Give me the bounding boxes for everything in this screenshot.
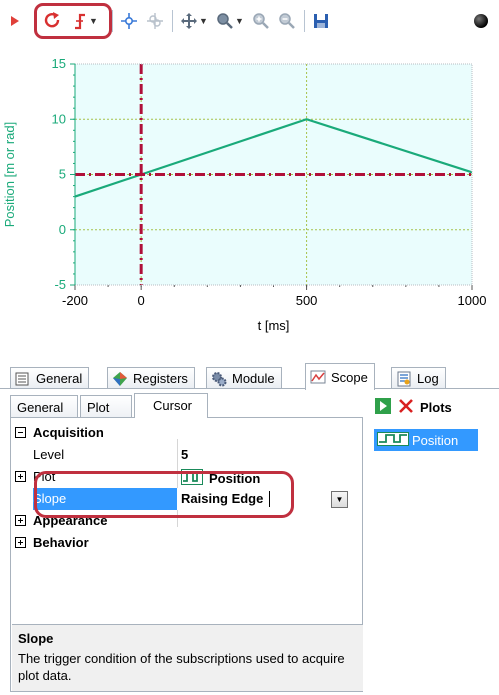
pan-icon[interactable]: ▼ bbox=[178, 10, 210, 32]
property-grid: Acquisition Level 5 Plot Position Slope … bbox=[10, 417, 363, 692]
tab-general[interactable]: General bbox=[10, 367, 90, 389]
zoom-out-icon[interactable] bbox=[276, 10, 298, 32]
slope-dropdown-button[interactable]: ▼ bbox=[331, 491, 348, 508]
list-icon bbox=[15, 371, 31, 387]
property-name: Level bbox=[33, 447, 65, 462]
scope-chart[interactable]: -200 0 500 1000 -5 0 5 10 15 t [ms] Position [m … bbox=[0, 44, 499, 344]
toolbar-separator bbox=[112, 10, 113, 32]
subtab-plot[interactable]: Plot bbox=[80, 395, 132, 417]
gem-icon bbox=[112, 371, 128, 387]
x-tick-label: 0 bbox=[138, 293, 145, 308]
subtab-label: Plot bbox=[87, 400, 110, 415]
expand-icon[interactable] bbox=[15, 515, 26, 526]
scope-toolbar: ▼ ▼ ▼ bbox=[0, 0, 499, 44]
chart-icon bbox=[310, 369, 326, 385]
tab-log[interactable]: Log bbox=[391, 367, 446, 389]
tab-label: Log bbox=[417, 371, 439, 386]
y-tick-label: -5 bbox=[54, 277, 66, 292]
chevron-down-icon[interactable]: ▼ bbox=[235, 16, 244, 26]
plots-panel: Plots Position bbox=[364, 393, 499, 693]
subtab-general[interactable]: General bbox=[10, 395, 78, 417]
plots-title: Plots bbox=[420, 399, 452, 415]
gears-icon bbox=[211, 371, 227, 387]
y-axis-label: Position [m or rad] bbox=[2, 122, 17, 228]
description-panel: Slope The trigger condition of the subsc… bbox=[12, 624, 363, 691]
property-panel: General Plot Cursor Acquisition Level 5 … bbox=[10, 393, 363, 692]
category-acquisition[interactable]: Acquisition bbox=[11, 422, 362, 444]
category-label: Behavior bbox=[33, 535, 89, 550]
tab-label: Scope bbox=[331, 369, 368, 385]
status-dot-icon bbox=[470, 10, 492, 32]
y-tick-label: 10 bbox=[52, 111, 66, 126]
tabs-divider bbox=[0, 388, 499, 389]
plots-header: Plots bbox=[374, 396, 452, 418]
category-label: Acquisition bbox=[33, 425, 104, 440]
description-title: Slope bbox=[18, 631, 54, 646]
zoom-in-icon[interactable] bbox=[250, 10, 272, 32]
add-plot-icon[interactable] bbox=[374, 397, 392, 418]
crosshair-icon[interactable] bbox=[118, 10, 140, 32]
toolbar-separator bbox=[172, 10, 173, 32]
grid-highlight bbox=[34, 471, 294, 518]
plot-list-item[interactable]: Position bbox=[374, 429, 478, 451]
property-row-level[interactable]: Level 5 bbox=[11, 444, 362, 466]
expand-icon[interactable] bbox=[15, 471, 26, 482]
tab-scope[interactable]: Scope bbox=[305, 363, 375, 390]
y-tick-label: 0 bbox=[59, 222, 66, 237]
subtab-label: General bbox=[17, 400, 64, 415]
x-tick-label: 500 bbox=[296, 293, 318, 308]
tab-label: Registers bbox=[133, 371, 188, 386]
toolbar-separator bbox=[304, 10, 305, 32]
plot-item-label: Position bbox=[412, 432, 459, 448]
panel-tabs: General Registers Module Scope Log bbox=[0, 362, 499, 390]
description-text: The trigger condition of the subscriptio… bbox=[18, 651, 345, 683]
collapse-icon[interactable] bbox=[15, 427, 26, 438]
multi-cursor-icon[interactable] bbox=[144, 10, 166, 32]
chart-canvas[interactable]: -200 0 500 1000 -5 0 5 10 15 t [ms] Position [m … bbox=[0, 44, 499, 344]
chevron-down-icon: ▼ bbox=[335, 495, 344, 504]
expand-icon[interactable] bbox=[15, 537, 26, 548]
tab-module[interactable]: Module bbox=[206, 367, 282, 389]
chevron-down-icon[interactable]: ▼ bbox=[199, 16, 208, 26]
y-tick-label: 5 bbox=[59, 167, 66, 182]
play-icon[interactable] bbox=[4, 10, 26, 32]
category-behavior[interactable]: Behavior bbox=[11, 532, 362, 554]
x-tick-label: 1000 bbox=[458, 293, 487, 308]
tab-registers[interactable]: Registers bbox=[107, 367, 195, 389]
tab-label: Module bbox=[232, 371, 275, 386]
log-icon bbox=[396, 371, 412, 387]
subtab-cursor[interactable]: Cursor bbox=[134, 393, 208, 418]
x-axis-label: t [ms] bbox=[258, 318, 290, 333]
tab-label: General bbox=[36, 371, 83, 386]
property-value[interactable]: 5 bbox=[181, 447, 188, 462]
subtab-label: Cursor bbox=[153, 398, 193, 413]
remove-plot-icon[interactable] bbox=[398, 398, 414, 417]
x-tick-label: -200 bbox=[62, 293, 88, 308]
y-tick-label: 15 bbox=[52, 56, 66, 71]
zoom-icon[interactable]: ▼ bbox=[214, 10, 246, 32]
pulse-icon bbox=[377, 431, 409, 449]
toolbar-highlight bbox=[34, 3, 112, 39]
save-icon[interactable] bbox=[310, 10, 332, 32]
